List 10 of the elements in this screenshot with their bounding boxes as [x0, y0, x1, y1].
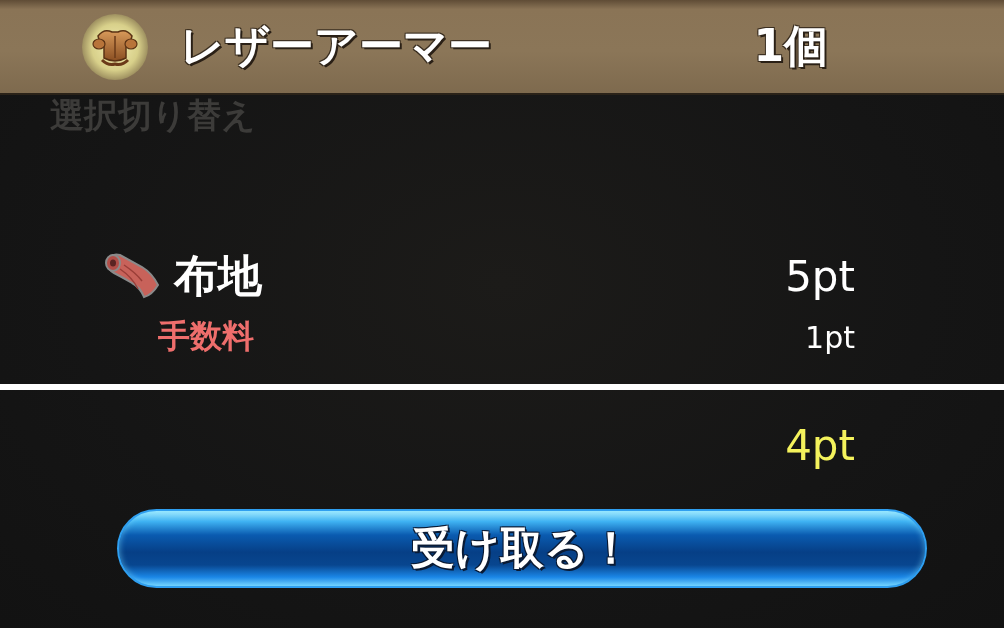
item-quantity: 1個: [753, 19, 828, 73]
fee-label: 手数料: [158, 316, 255, 357]
cloth-roll-icon: [102, 251, 160, 301]
armor-icon: [82, 13, 148, 80]
receive-button[interactable]: 受け取る！: [117, 509, 927, 588]
fee-points: 1pt: [805, 319, 855, 355]
total-points: 4pt: [785, 420, 855, 470]
item-name: レザーアーマー: [180, 19, 493, 73]
material-name: 布地: [174, 248, 263, 303]
material-points: 5pt: [785, 251, 855, 301]
